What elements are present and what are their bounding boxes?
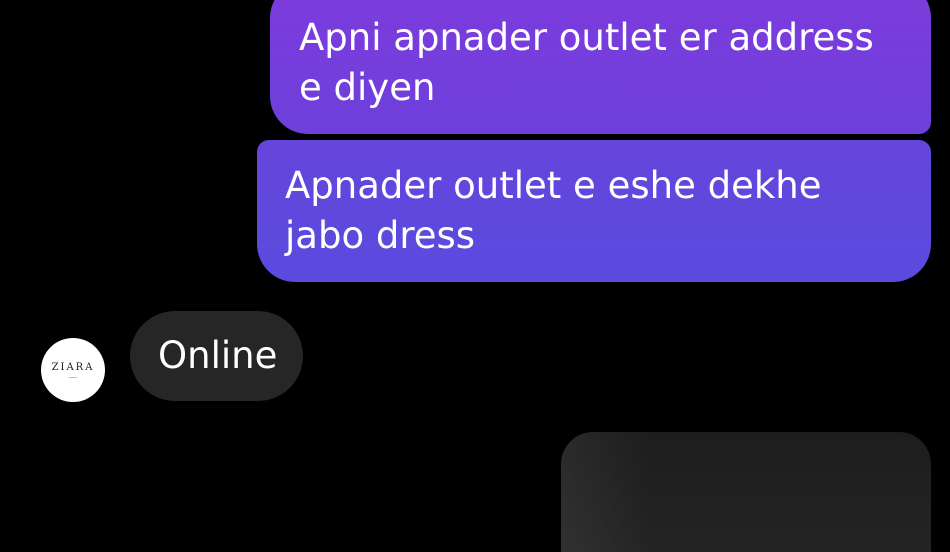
contact-avatar[interactable]: ZIARA	[41, 338, 105, 402]
image-preview-shade	[561, 432, 651, 552]
image-message-preview[interactable]	[561, 432, 931, 552]
message-text: Apni apnader outlet er address e diyen	[299, 16, 874, 109]
avatar-logo-underline	[69, 377, 77, 378]
received-message-bubble[interactable]: Online	[130, 311, 303, 401]
message-text: Online	[158, 334, 278, 377]
message-text: Apnader outlet e eshe dekhe jabo dress	[285, 164, 822, 257]
sent-message-bubble[interactable]: Apnader outlet e eshe dekhe jabo dress	[257, 140, 931, 282]
avatar-logo: ZIARA	[51, 362, 95, 373]
sent-message-bubble[interactable]: Apni apnader outlet er address e diyen	[270, 0, 931, 134]
